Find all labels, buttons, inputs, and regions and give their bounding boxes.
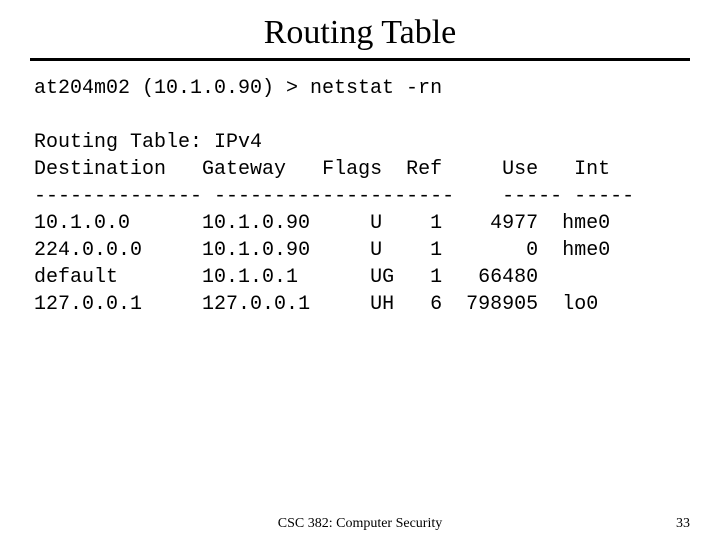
command-line: at204m02 (10.1.0.90) > netstat -rn: [34, 77, 442, 100]
table-row: default 10.1.0.1 UG 1 66480: [34, 266, 538, 289]
column-headers: Destination Gateway Flags Ref Use Int: [34, 158, 610, 181]
table-row: 10.1.0.0 10.1.0.90 U 1 4977 hme0: [34, 212, 610, 235]
footer-page-number: 33: [676, 516, 690, 532]
footer-course: CSC 382: Computer Security: [0, 516, 720, 532]
slide: Routing Table at204m02 (10.1.0.90) > net…: [0, 14, 720, 554]
col-destination: Destination: [34, 158, 166, 181]
title-underline: [30, 58, 690, 61]
col-use: Use: [502, 158, 538, 181]
table-heading: Routing Table: IPv4: [34, 131, 262, 154]
table-row: 127.0.0.1 127.0.0.1 UH 6 798905 lo0: [34, 293, 598, 316]
terminal-output: at204m02 (10.1.0.90) > netstat -rn Routi…: [34, 75, 686, 318]
page-title: Routing Table: [0, 14, 720, 52]
table-row: 224.0.0.0 10.1.0.90 U 1 0 hme0: [34, 239, 610, 262]
col-flags: Flags: [322, 158, 382, 181]
col-gateway: Gateway: [202, 158, 286, 181]
col-int: Int: [574, 158, 610, 181]
divider-row: -------------- -------------------- ----…: [34, 185, 634, 208]
col-ref: Ref: [406, 158, 442, 181]
